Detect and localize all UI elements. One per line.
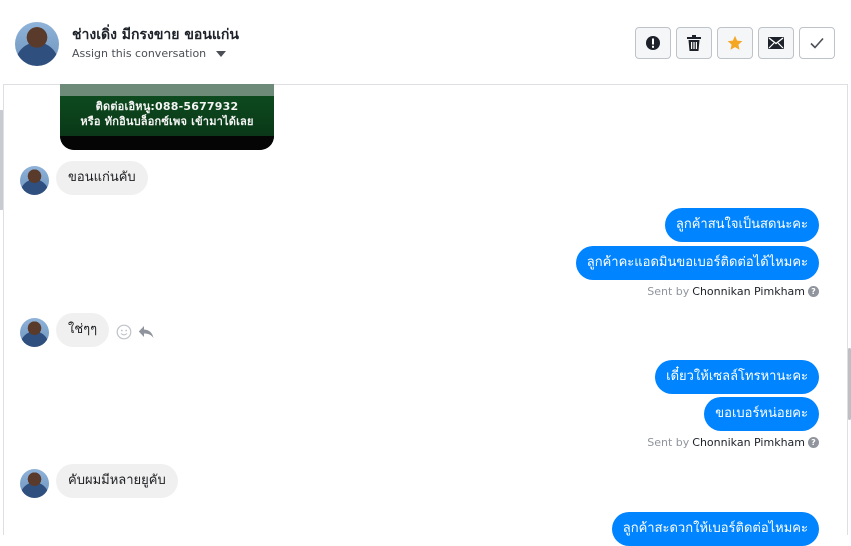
sender-name[interactable]: Chonnikan Pimkham xyxy=(692,436,805,449)
trash-icon xyxy=(687,35,701,51)
sender-avatar[interactable] xyxy=(20,166,49,195)
sent-by-label: Sent by Chonnikan Pimkham ? xyxy=(647,436,819,449)
emoji-react-icon[interactable] xyxy=(116,324,132,340)
checkmark-icon xyxy=(810,37,824,49)
exclamation-circle-icon xyxy=(646,36,660,50)
help-icon[interactable]: ? xyxy=(808,286,819,297)
outgoing-message: เดี๋ยวให้เซลล์โทรหานะคะ xyxy=(655,360,819,394)
delete-button[interactable] xyxy=(676,27,712,59)
attachment-text-line2: หรือ ทักอินบล็อกซ์เพจ เข้ามาได้เลย xyxy=(80,115,254,128)
help-icon[interactable]: ? xyxy=(808,437,819,448)
incoming-message: คับผมมีหลายยูคับ xyxy=(56,464,178,498)
sent-by-label: Sent by Chonnikan Pimkham ? xyxy=(647,285,819,298)
assign-conversation-dropdown[interactable]: Assign this conversation xyxy=(72,47,227,60)
image-attachment[interactable]: ติดต่อเอิหนู:088-5677932 หรือ ทักอินบล็อ… xyxy=(60,84,274,150)
sender-avatar[interactable] xyxy=(20,318,49,347)
assign-label: Assign this conversation xyxy=(72,47,207,60)
outgoing-message: ลูกค้าสนใจเป็นสดนะคะ xyxy=(664,208,819,242)
caret-down-icon xyxy=(216,50,227,57)
sender-avatar[interactable] xyxy=(20,469,49,498)
conversation-header: ช่างเดิ่ง มีกรงขาย ขอนแก่น Assign this c… xyxy=(3,0,848,85)
reply-icon[interactable] xyxy=(138,325,154,339)
star-button[interactable] xyxy=(717,27,753,59)
mark-done-button[interactable] xyxy=(799,27,835,59)
outgoing-message: ขอเบอร์หน่อยคะ xyxy=(704,397,819,431)
contact-avatar[interactable] xyxy=(15,22,59,66)
incoming-message: ขอนแก่นคับ xyxy=(56,161,148,195)
message-reactions xyxy=(116,324,154,340)
incoming-message: ใช่ๆๆ xyxy=(56,313,110,347)
mark-unread-button[interactable] xyxy=(758,27,794,59)
outgoing-message: ลูกค้าสะดวกให้เบอร์ติดต่อไหมคะ xyxy=(611,512,819,546)
contact-name[interactable]: ช่างเดิ่ง มีกรงขาย ขอนแก่น xyxy=(72,24,239,46)
outgoing-message: ลูกค้าคะแอดมินขอเบอร์ติดต่อได้ไหมคะ xyxy=(575,246,819,280)
sender-name[interactable]: Chonnikan Pimkham xyxy=(692,285,805,298)
conversation-actions xyxy=(635,27,835,59)
envelope-icon xyxy=(768,37,784,49)
star-icon xyxy=(727,35,743,50)
left-scrollbar[interactable] xyxy=(0,110,3,210)
mark-spam-button[interactable] xyxy=(635,27,671,59)
